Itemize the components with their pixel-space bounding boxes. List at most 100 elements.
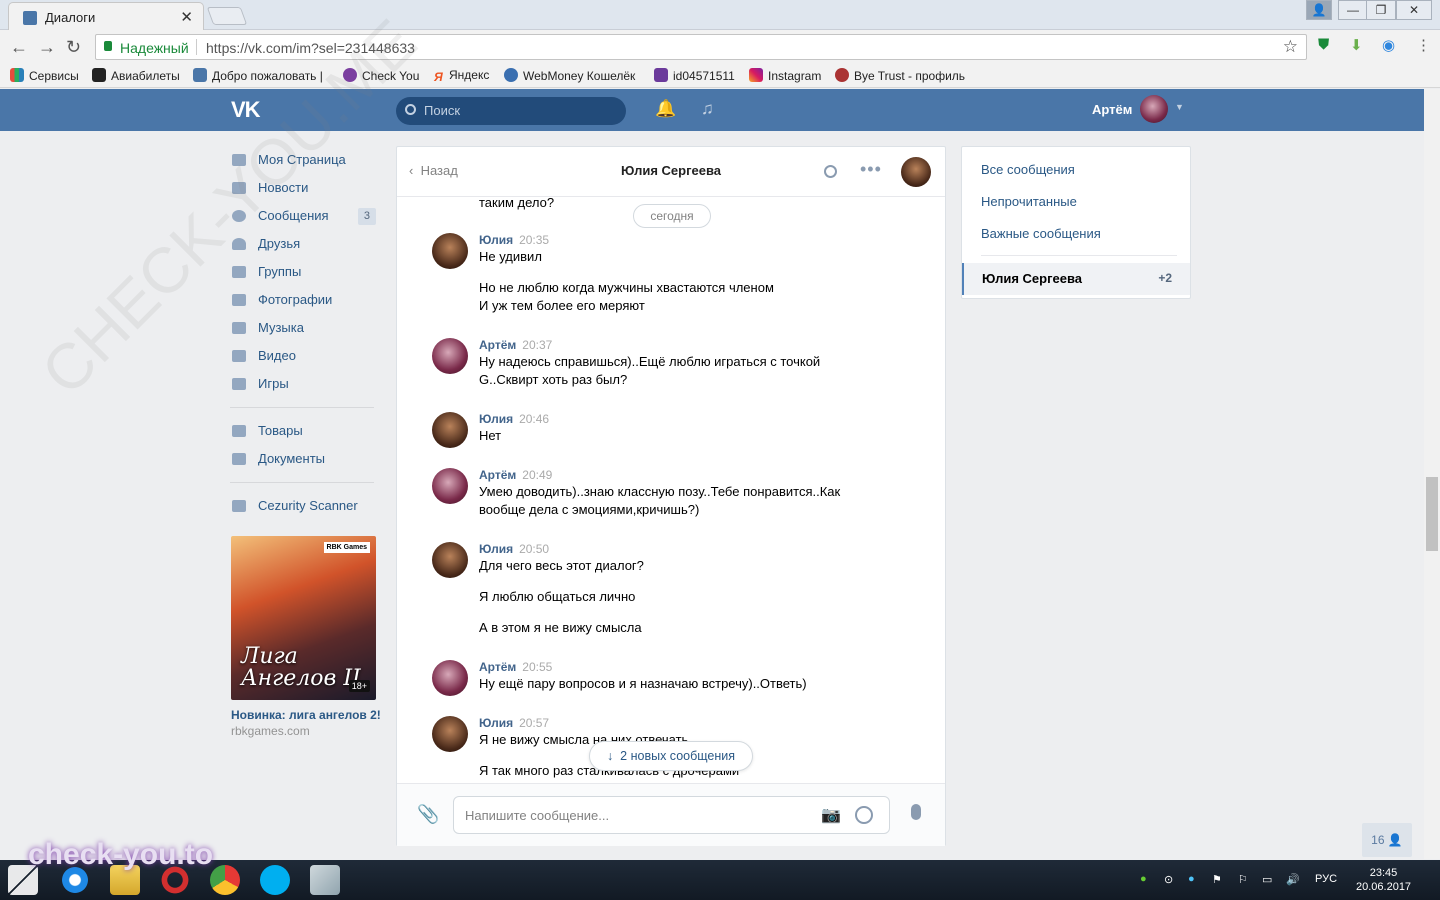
vk-logo[interactable]: VK [231,97,261,123]
network-icon[interactable]: ▭ [1262,873,1272,886]
selected-dialog-name: Юлия Сергеева [982,271,1083,286]
skype-icon[interactable] [260,865,290,895]
bookmark-webmoney[interactable]: WebMoney Кошелёк [504,68,635,83]
ad-banner[interactable]: RBK Games Лига Ангелов II 18+ [231,536,376,700]
message-history[interactable]: таким дело? сегодня Юлия 20:35 Не удивил … [397,197,945,783]
online-friends-button[interactable]: 16 👤 [1362,823,1412,857]
chrome-menu-icon[interactable]: ⋮ [1416,36,1431,54]
message-group[interactable]: Артём 20:55 Ну ещё пару вопросов и я назн… [397,660,945,700]
bookmark-star-icon[interactable]: ☆ [1283,37,1298,57]
new-messages-button[interactable]: ↓ 2 новых сообщения [589,741,753,771]
sidebar-item-games[interactable]: Игры [230,370,380,398]
user-name[interactable]: Артём [1092,102,1132,117]
ad-source[interactable]: rbkgames.com [231,724,310,738]
system-clock[interactable]: 23:45 20.06.2017 [1356,866,1411,894]
filter-all-messages[interactable]: Все сообщения [981,162,1075,177]
bell-icon[interactable]: 🔔 [655,99,676,119]
avatar[interactable] [432,716,468,752]
filter-important[interactable]: Важные сообщения [981,226,1101,241]
adguard-shield-icon[interactable]: ⛊ [1318,36,1329,53]
bye-trust-icon [835,68,849,82]
message-author[interactable]: Юлия 20:46 [479,412,549,426]
forward-arrow-icon[interactable]: → [38,38,56,56]
avatar[interactable] [432,233,468,269]
bookmark-yandex[interactable]: Я Яндекс [434,68,489,84]
bookmark-vk-welcome[interactable]: Добро пожаловать | [193,68,323,83]
sidebar-item-music[interactable]: Музыка [230,314,380,342]
message-group[interactable]: Юлия 20:46 Нет [397,412,945,452]
sidebar-item-my-page[interactable]: Моя Страница [230,146,380,174]
notepad-icon[interactable] [310,865,340,895]
avatar[interactable] [432,412,468,448]
tray-app-icon[interactable]: ● [1140,873,1147,885]
close-window-button[interactable]: ✕ [1396,0,1432,20]
sidebar-item-news[interactable]: Новости [230,174,380,202]
download-extension-icon[interactable]: ⬇ [1350,36,1363,54]
sidebar-item-messages[interactable]: Сообщения 3 [230,202,380,230]
search-icon[interactable] [824,165,837,178]
reload-icon[interactable]: ↻ [66,38,81,56]
sidebar-item-goods[interactable]: Товары [230,417,380,445]
message-author[interactable]: Артём 20:55 [479,660,552,674]
bookmark-id[interactable]: id04571511 [654,68,735,83]
close-tab-icon[interactable]: ✕ [180,8,193,26]
message-time: 20:35 [519,233,550,247]
sidebar-item-cezurity[interactable]: Cezurity Scanner [230,492,380,520]
new-tab-button[interactable] [206,7,248,25]
play-extension-icon[interactable]: ◉ [1382,36,1395,54]
volume-icon[interactable]: 🔊 [1286,873,1300,886]
sidebar-item-video[interactable]: Видео [230,342,380,370]
message-group[interactable]: Юлия 20:50 Для чего весь этот диалог? Я л… [397,542,945,642]
message-group[interactable]: Артём 20:37 Ну надеюсь справишься)..Ещё л… [397,338,945,394]
sidebar-item-friends[interactable]: Друзья [230,230,380,258]
minimize-button[interactable]: — [1338,0,1368,20]
message-author[interactable]: Артём 20:49 [479,468,552,482]
action-center-flag-icon[interactable]: ⚑ [1212,873,1222,886]
bookmark-check-you[interactable]: Check You [343,68,419,83]
chevron-down-icon[interactable]: ▼ [1175,102,1184,112]
emoji-icon[interactable] [855,806,873,824]
microphone-icon[interactable] [911,804,921,820]
page-scrollbar[interactable] [1424,89,1440,859]
browser-tab[interactable]: Диалоги ✕ [8,2,204,30]
message-author[interactable]: Юлия 20:50 [479,542,549,556]
music-note-icon[interactable]: ♫ [701,99,714,119]
selected-dialog-item[interactable]: Юлия Сергеева +2 [962,263,1190,295]
maximize-button[interactable]: ❐ [1366,0,1396,20]
message-input[interactable]: Напишите сообщение... 📷 [453,796,890,834]
message-author[interactable]: Юлия 20:57 [479,716,549,730]
bookmark-instagram[interactable]: Instagram [749,68,821,83]
message-group[interactable]: Юлия 20:35 Не удивил Но не люблю когда му… [397,233,945,323]
message-author[interactable]: Артём 20:37 [479,338,552,352]
bookmark-services[interactable]: Сервисы [10,68,79,83]
url-text[interactable]: https://vk.com/im?sel=231448633 [206,40,415,56]
sidebar-item-photos[interactable]: Фотографии [230,286,380,314]
scrollbar-thumb[interactable] [1426,477,1438,551]
ad-title-link[interactable]: Новинка: лига ангелов 2! [231,708,381,722]
message-group[interactable]: Артём 20:49 Умею доводить)..знаю классную… [397,468,945,524]
filter-unread[interactable]: Непрочитанные [981,194,1077,209]
avatar[interactable] [432,542,468,578]
peer-avatar[interactable] [901,157,931,187]
avatar[interactable] [432,468,468,504]
bookmark-bye-trust[interactable]: Bye Trust - профиль [835,68,965,83]
tray-browser-icon[interactable]: ● [1188,873,1195,885]
profile-icon[interactable]: 👤 [1306,0,1332,20]
sidebar-item-documents[interactable]: Документы [230,445,380,473]
bookmark-aviabilety[interactable]: Авиабилеты [92,68,180,83]
language-indicator[interactable]: РУС [1315,873,1337,885]
avatar[interactable] [432,660,468,696]
search-input[interactable]: Поиск [396,97,626,125]
more-icon[interactable]: ••• [860,159,882,180]
chrome-icon[interactable] [210,865,240,895]
back-arrow-icon[interactable]: ← [10,38,28,56]
avatar[interactable] [432,338,468,374]
sidebar-item-groups[interactable]: Группы [230,258,380,286]
message-author[interactable]: Юлия 20:35 [479,233,549,247]
tray-flag-icon[interactable]: ⚐ [1238,873,1248,886]
address-bar[interactable]: Надежный https://vk.com/im?sel=231448633… [95,34,1307,60]
steam-icon[interactable]: ⊙ [1164,873,1173,886]
avatar[interactable] [1140,95,1168,123]
paperclip-icon[interactable]: 📎 [417,804,439,825]
camera-icon[interactable]: 📷 [821,805,841,825]
